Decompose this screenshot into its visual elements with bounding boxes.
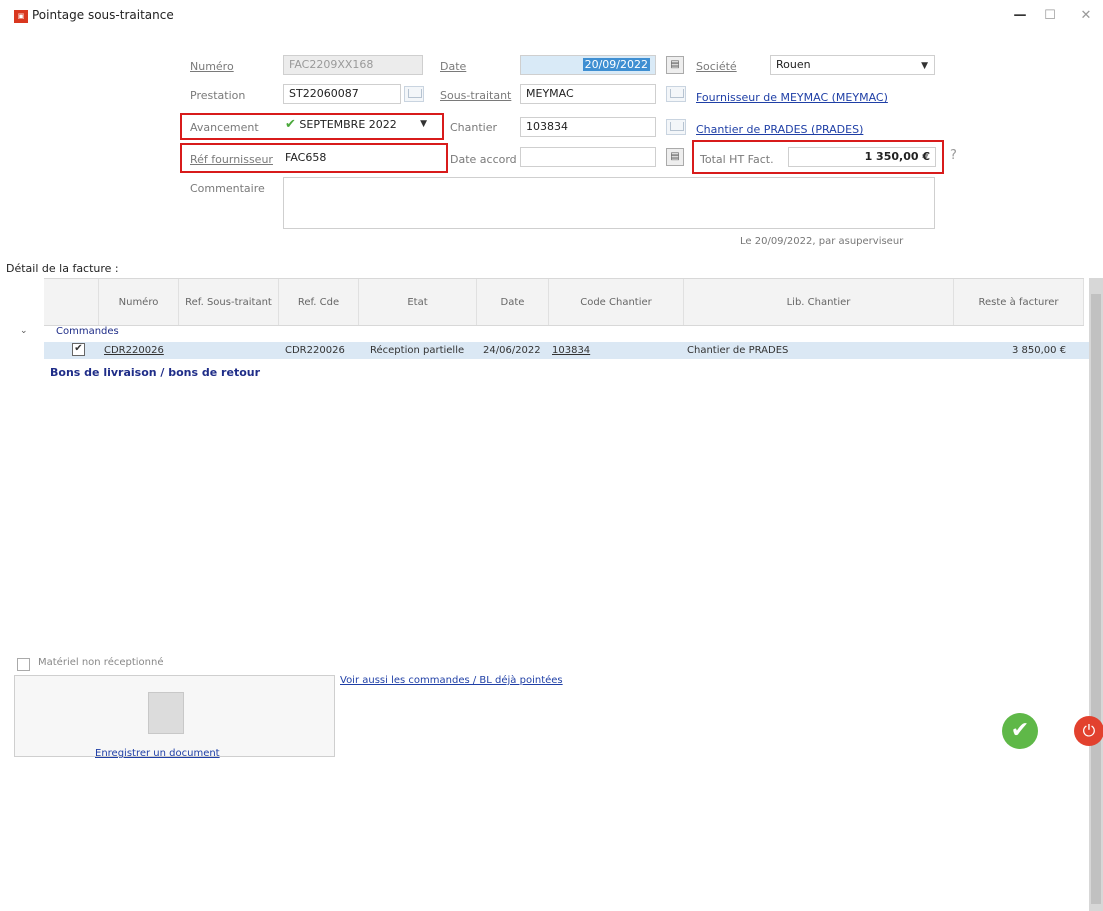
total-ht-field[interactable]: 1 350,00 € bbox=[788, 147, 936, 167]
cell-code-chantier[interactable]: 103834 bbox=[552, 345, 590, 356]
voir-aussi-link[interactable]: Voir aussi les commandes / BL déjà point… bbox=[340, 675, 563, 686]
calendar-icon[interactable]: ▤ bbox=[666, 148, 684, 166]
cell-reste: 3 850,00 € bbox=[1012, 345, 1067, 356]
materiel-checkbox[interactable] bbox=[17, 658, 30, 671]
scrollbar-thumb[interactable] bbox=[1091, 294, 1101, 904]
audit-text: Le 20/09/2022, par asuperviseur bbox=[740, 236, 904, 247]
window-title: Pointage sous-traitance bbox=[32, 8, 174, 22]
maximize-button[interactable]: ☐ bbox=[1040, 6, 1060, 26]
chevron-down-icon: ▼ bbox=[420, 119, 427, 129]
avancement-label: Avancement bbox=[190, 121, 259, 134]
chantier-link[interactable]: Chantier de PRADES (PRADES) bbox=[696, 123, 863, 136]
col-ref-cde[interactable]: Ref. Cde bbox=[279, 279, 359, 325]
cell-lib-chantier: Chantier de PRADES bbox=[687, 345, 789, 356]
validate-button[interactable]: ✔ bbox=[1002, 713, 1038, 749]
societe-select[interactable]: Rouen ▼ bbox=[770, 55, 935, 75]
commentaire-textarea[interactable] bbox=[283, 177, 935, 229]
row-checkbox[interactable]: ✔ bbox=[72, 343, 85, 356]
doc-label[interactable]: Enregistrer un document bbox=[95, 748, 220, 759]
sous-traitant-label[interactable]: Sous-traitant bbox=[440, 89, 511, 102]
col-date[interactable]: Date bbox=[477, 279, 549, 325]
avancement-select[interactable]: ✔ SEPTEMBRE 2022 ▼ bbox=[285, 117, 433, 135]
date-value: 20/09/2022 bbox=[582, 58, 650, 71]
cell-date: 24/06/2022 bbox=[483, 345, 541, 356]
minimize-button[interactable]: — bbox=[1010, 6, 1030, 26]
societe-label[interactable]: Société bbox=[696, 60, 737, 73]
col-reste[interactable]: Reste à facturer bbox=[954, 279, 1084, 325]
ref-fournisseur-label[interactable]: Réf fournisseur bbox=[190, 153, 273, 166]
sous-traitant-field[interactable]: MEYMAC bbox=[520, 84, 656, 104]
envelope-icon[interactable] bbox=[666, 119, 686, 135]
envelope-icon[interactable] bbox=[404, 86, 424, 102]
col-lib-chantier[interactable]: Lib. Chantier bbox=[684, 279, 954, 325]
calendar-icon[interactable]: ▤ bbox=[666, 56, 684, 74]
envelope-icon[interactable] bbox=[666, 86, 686, 102]
total-ht-label: Total HT Fact. bbox=[700, 153, 774, 166]
cell-ref-cde: CDR220026 bbox=[285, 345, 345, 356]
col-ref-st[interactable]: Ref. Sous-traitant bbox=[179, 279, 279, 325]
date-accord-label: Date accord bbox=[450, 153, 517, 166]
close-button[interactable]: ✕ bbox=[1076, 6, 1096, 26]
chantier-label: Chantier bbox=[450, 121, 498, 134]
prestation-field[interactable]: ST22060087 bbox=[283, 84, 401, 104]
col-expander bbox=[44, 279, 99, 325]
numero-field[interactable]: FAC2209XX168 bbox=[283, 55, 423, 75]
date-accord-field[interactable] bbox=[520, 147, 656, 167]
check-icon: ✔ bbox=[285, 117, 296, 132]
cancel-button[interactable]: ⏻ bbox=[1074, 716, 1103, 746]
app-icon: ▣ bbox=[14, 10, 28, 23]
avancement-value: SEPTEMBRE 2022 bbox=[299, 118, 397, 131]
prestation-label: Prestation bbox=[190, 89, 246, 102]
chantier-field[interactable]: 103834 bbox=[520, 117, 656, 137]
societe-value: Rouen bbox=[776, 58, 811, 71]
document-icon bbox=[148, 692, 184, 734]
chevron-down-icon[interactable]: ⌄ bbox=[20, 326, 28, 336]
help-icon[interactable]: ? bbox=[950, 148, 957, 163]
chevron-down-icon: ▼ bbox=[921, 61, 928, 71]
fournisseur-link[interactable]: Fournisseur de MEYMAC (MEYMAC) bbox=[696, 91, 888, 104]
commentaire-label: Commentaire bbox=[190, 182, 265, 195]
date-field[interactable]: 20/09/2022 bbox=[520, 55, 656, 75]
date-label[interactable]: Date bbox=[440, 60, 466, 73]
cell-numero[interactable]: CDR220026 bbox=[104, 345, 164, 356]
table-header: Numéro Ref. Sous-traitant Ref. Cde Etat … bbox=[44, 278, 1084, 326]
col-etat[interactable]: Etat bbox=[359, 279, 477, 325]
detail-title: Détail de la facture : bbox=[6, 262, 119, 275]
group-bons[interactable]: Bons de livraison / bons de retour bbox=[50, 366, 260, 379]
col-code-chantier[interactable]: Code Chantier bbox=[549, 279, 684, 325]
numero-label[interactable]: Numéro bbox=[190, 60, 234, 73]
ref-fournisseur-field[interactable]: FAC658 bbox=[285, 151, 435, 167]
group-commandes[interactable]: Commandes bbox=[56, 326, 119, 337]
cell-etat: Réception partielle bbox=[370, 345, 465, 356]
col-numero[interactable]: Numéro bbox=[99, 279, 179, 325]
materiel-label: Matériel non réceptionné bbox=[38, 657, 164, 668]
